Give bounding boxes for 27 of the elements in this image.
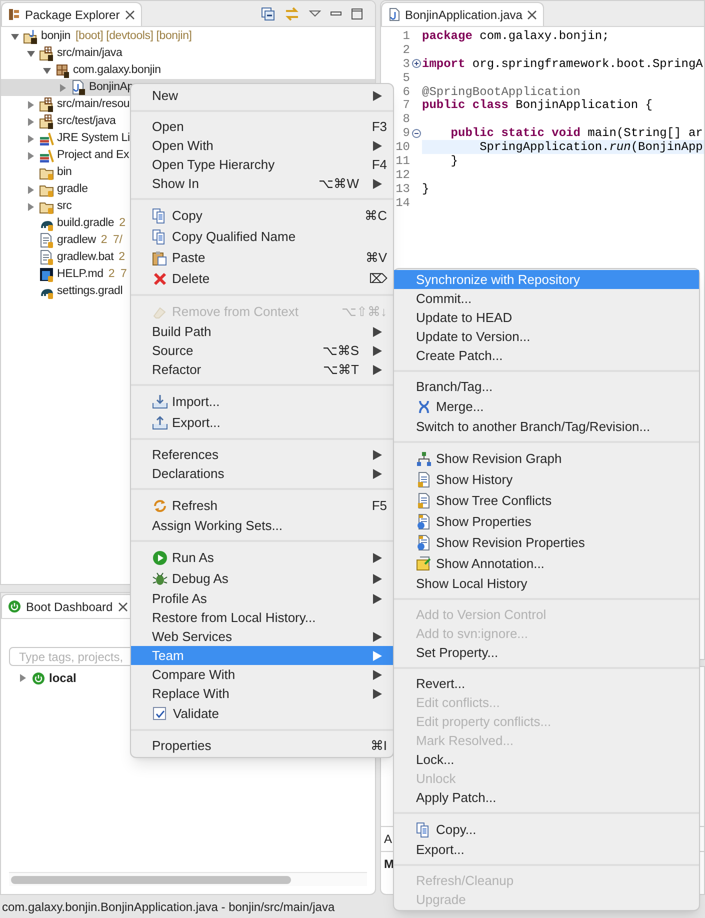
tree-decoration: 2 <box>119 216 126 231</box>
line-number: 10 <box>394 141 410 154</box>
status-text: com.galaxy.bonjin.BonjinApplication.java - bonjin/src/main/java <box>2 898 335 916</box>
tree-decoration: 2 <box>118 250 125 265</box>
tree-decoration: 2 7/ <box>100 232 122 248</box>
column-header: A <box>384 832 392 846</box>
code-line: public class BonjinApplication { <box>422 98 654 112</box>
line-number: 8 <box>402 113 410 126</box>
line-number: 2 <box>402 44 410 56</box>
line-number: 13 <box>394 182 410 195</box>
tree-decoration: 2 7 <box>108 266 127 282</box>
code-line: import org.springframework.boot.SpringA <box>422 56 704 71</box>
line-number: 12 <box>394 168 410 181</box>
table-cell: M <box>384 857 394 871</box>
line-number: 1 <box>402 30 410 42</box>
code-line: } <box>450 154 460 168</box>
code-line: package com.galaxy.bonjin; <box>422 29 610 43</box>
code-line: public static void main(String[] ar <box>450 126 704 140</box>
line-number: 9 <box>402 127 410 140</box>
line-number: 14 <box>394 196 410 209</box>
tree-decoration: [boot] [devtools] [bonjin] <box>76 28 192 44</box>
line-number: 3 <box>402 58 410 70</box>
line-number: 7 <box>402 99 410 112</box>
line-number: 6 <box>402 86 410 98</box>
code-line: } <box>422 182 430 196</box>
line-number: 5 <box>402 72 410 84</box>
code-line: @SpringBootApplication <box>422 84 582 98</box>
